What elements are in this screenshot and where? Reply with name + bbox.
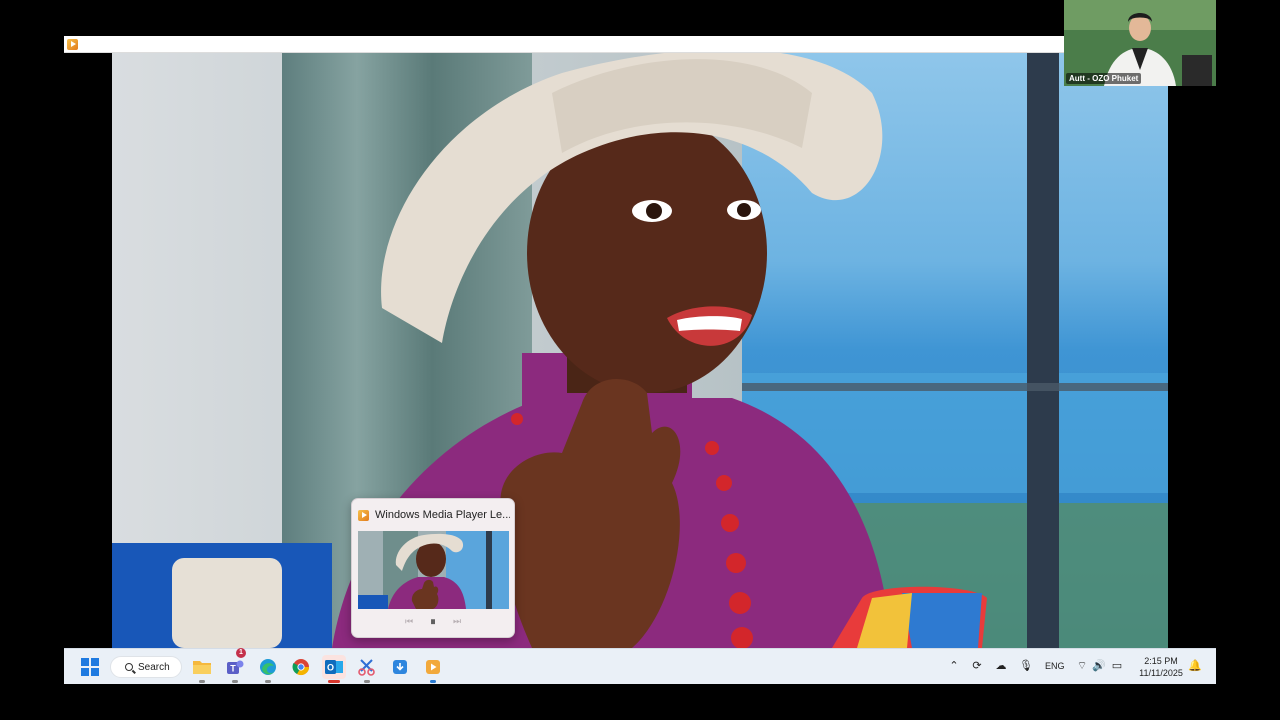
- svg-text:T: T: [230, 664, 236, 674]
- video-scene: [112, 53, 1168, 648]
- taskbar-file-explorer[interactable]: [190, 655, 214, 683]
- running-indicator: [265, 680, 271, 683]
- taskbar-outlook[interactable]: O: [322, 655, 346, 683]
- volume-icon[interactable]: 🔊: [1092, 659, 1106, 673]
- windows-media-player-icon: [358, 509, 369, 521]
- svg-text:O: O: [327, 663, 334, 673]
- taskbar-edge[interactable]: [256, 655, 280, 683]
- search-icon: [125, 663, 133, 671]
- running-indicator: [364, 680, 370, 683]
- snipping-tool-icon: [358, 659, 375, 676]
- file-explorer-icon: [193, 661, 211, 674]
- start-button[interactable]: [78, 655, 102, 679]
- cloud-off-icon[interactable]: ☁: [994, 659, 1008, 673]
- microphone-icon[interactable]: 🎙: [1019, 659, 1033, 673]
- active-indicator: [328, 680, 340, 683]
- clock-date: 11/11/2025: [1139, 668, 1183, 678]
- sync-icon[interactable]: ⟳: [970, 659, 984, 673]
- media-player-window[interactable]: [64, 36, 1168, 648]
- running-indicator: [199, 680, 205, 683]
- running-indicator: [430, 680, 436, 683]
- battery-icon[interactable]: ▭: [1110, 659, 1124, 673]
- wifi-icon[interactable]: ⌔: [1075, 659, 1089, 673]
- thumbnail-title: Windows Media Player Le...: [375, 509, 510, 521]
- teams-icon: T: [227, 660, 244, 674]
- participant-name-label: Autt - OZO Phuket: [1066, 73, 1142, 84]
- webcam-overlay: Autt - OZO Phuket: [1064, 0, 1216, 86]
- next-icon[interactable]: ⏭: [452, 617, 462, 627]
- input-language[interactable]: ENG: [1045, 661, 1065, 671]
- pause-icon[interactable]: ⏸: [428, 616, 438, 627]
- taskbar-teams[interactable]: T: [223, 655, 247, 683]
- thumbnail-video-image[interactable]: [358, 531, 509, 609]
- app-installer-icon: [393, 660, 407, 674]
- search-label: Search: [138, 661, 170, 673]
- taskbar-media-player[interactable]: [421, 655, 445, 683]
- windows-taskbar: Search T 1 O ⌃ ⟳ ☁ 🎙 ENG ⌔ 🔊 ▭ 2:15 PM 1…: [64, 648, 1216, 684]
- taskbar-app-installer[interactable]: [388, 655, 412, 679]
- notification-badge: 1: [236, 648, 246, 658]
- taskbar-search-box[interactable]: Search: [110, 656, 182, 678]
- chrome-icon: [292, 659, 310, 676]
- thumbnail-header: Windows Media Player Le...: [358, 507, 510, 523]
- outlook-icon: O: [325, 660, 343, 674]
- thumbnail-media-controls: ⏮ ⏸ ⏭: [352, 613, 514, 631]
- running-indicator: [232, 680, 238, 683]
- show-hidden-icons-chevron-icon[interactable]: ⌃: [947, 659, 961, 673]
- player-title-bar[interactable]: [64, 36, 1068, 53]
- previous-icon[interactable]: ⏮: [404, 617, 414, 627]
- windows-logo-icon: [81, 658, 99, 676]
- taskbar-thumbnail-preview[interactable]: Windows Media Player Le... ⏮ ⏸ ⏭: [351, 498, 515, 638]
- taskbar-snipping-tool[interactable]: [355, 655, 379, 683]
- video-frame[interactable]: [112, 53, 1168, 648]
- taskbar-clock[interactable]: 2:15 PM 11/11/2025: [1134, 655, 1188, 679]
- media-player-icon: [426, 660, 440, 674]
- thumbnail-scene: [358, 531, 509, 609]
- desktop-screen: Autt - OZO Phuket Windows Media Player L…: [0, 0, 1280, 720]
- taskbar-chrome[interactable]: [289, 655, 313, 679]
- edge-icon: [260, 659, 276, 675]
- windows-media-player-icon: [67, 39, 78, 50]
- clock-time: 2:15 PM: [1144, 656, 1178, 666]
- notification-bell-icon[interactable]: 🔔: [1188, 659, 1202, 673]
